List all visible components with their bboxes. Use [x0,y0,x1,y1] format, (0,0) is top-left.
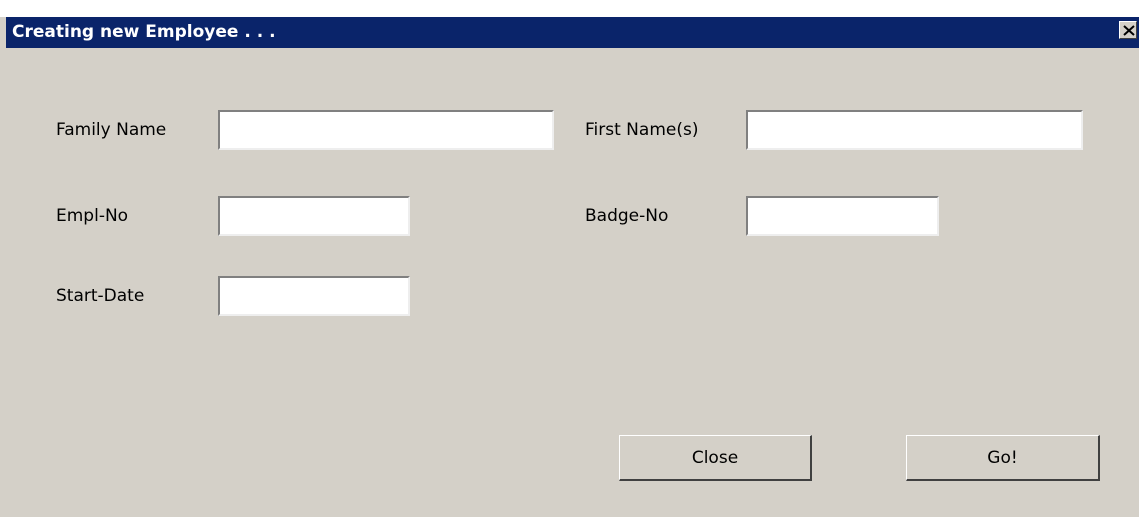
title-bar[interactable]: Creating new Employee . . . [6,17,1139,48]
close-button[interactable]: Close [619,435,812,481]
top-edge [0,0,1139,17]
go-button[interactable]: Go! [906,435,1100,481]
dialog-body: Family Name First Name(s) Empl-No Badge-… [6,48,1139,517]
first-name-input[interactable] [746,110,1083,150]
family-name-input[interactable] [218,110,554,150]
dialog-window: Creating new Employee . . . Family Name … [0,0,1139,517]
window-title: Creating new Employee . . . [12,22,276,42]
badge-no-label: Badge-No [585,206,669,226]
badge-no-input[interactable] [746,196,939,236]
empl-no-input[interactable] [218,196,410,236]
empl-no-label: Empl-No [56,206,129,226]
family-name-label: Family Name [56,120,167,140]
close-x-icon [1123,25,1135,36]
start-date-input[interactable] [218,276,410,316]
start-date-label: Start-Date [56,286,145,306]
close-window-button[interactable] [1119,21,1137,39]
first-name-label: First Name(s) [585,120,699,140]
